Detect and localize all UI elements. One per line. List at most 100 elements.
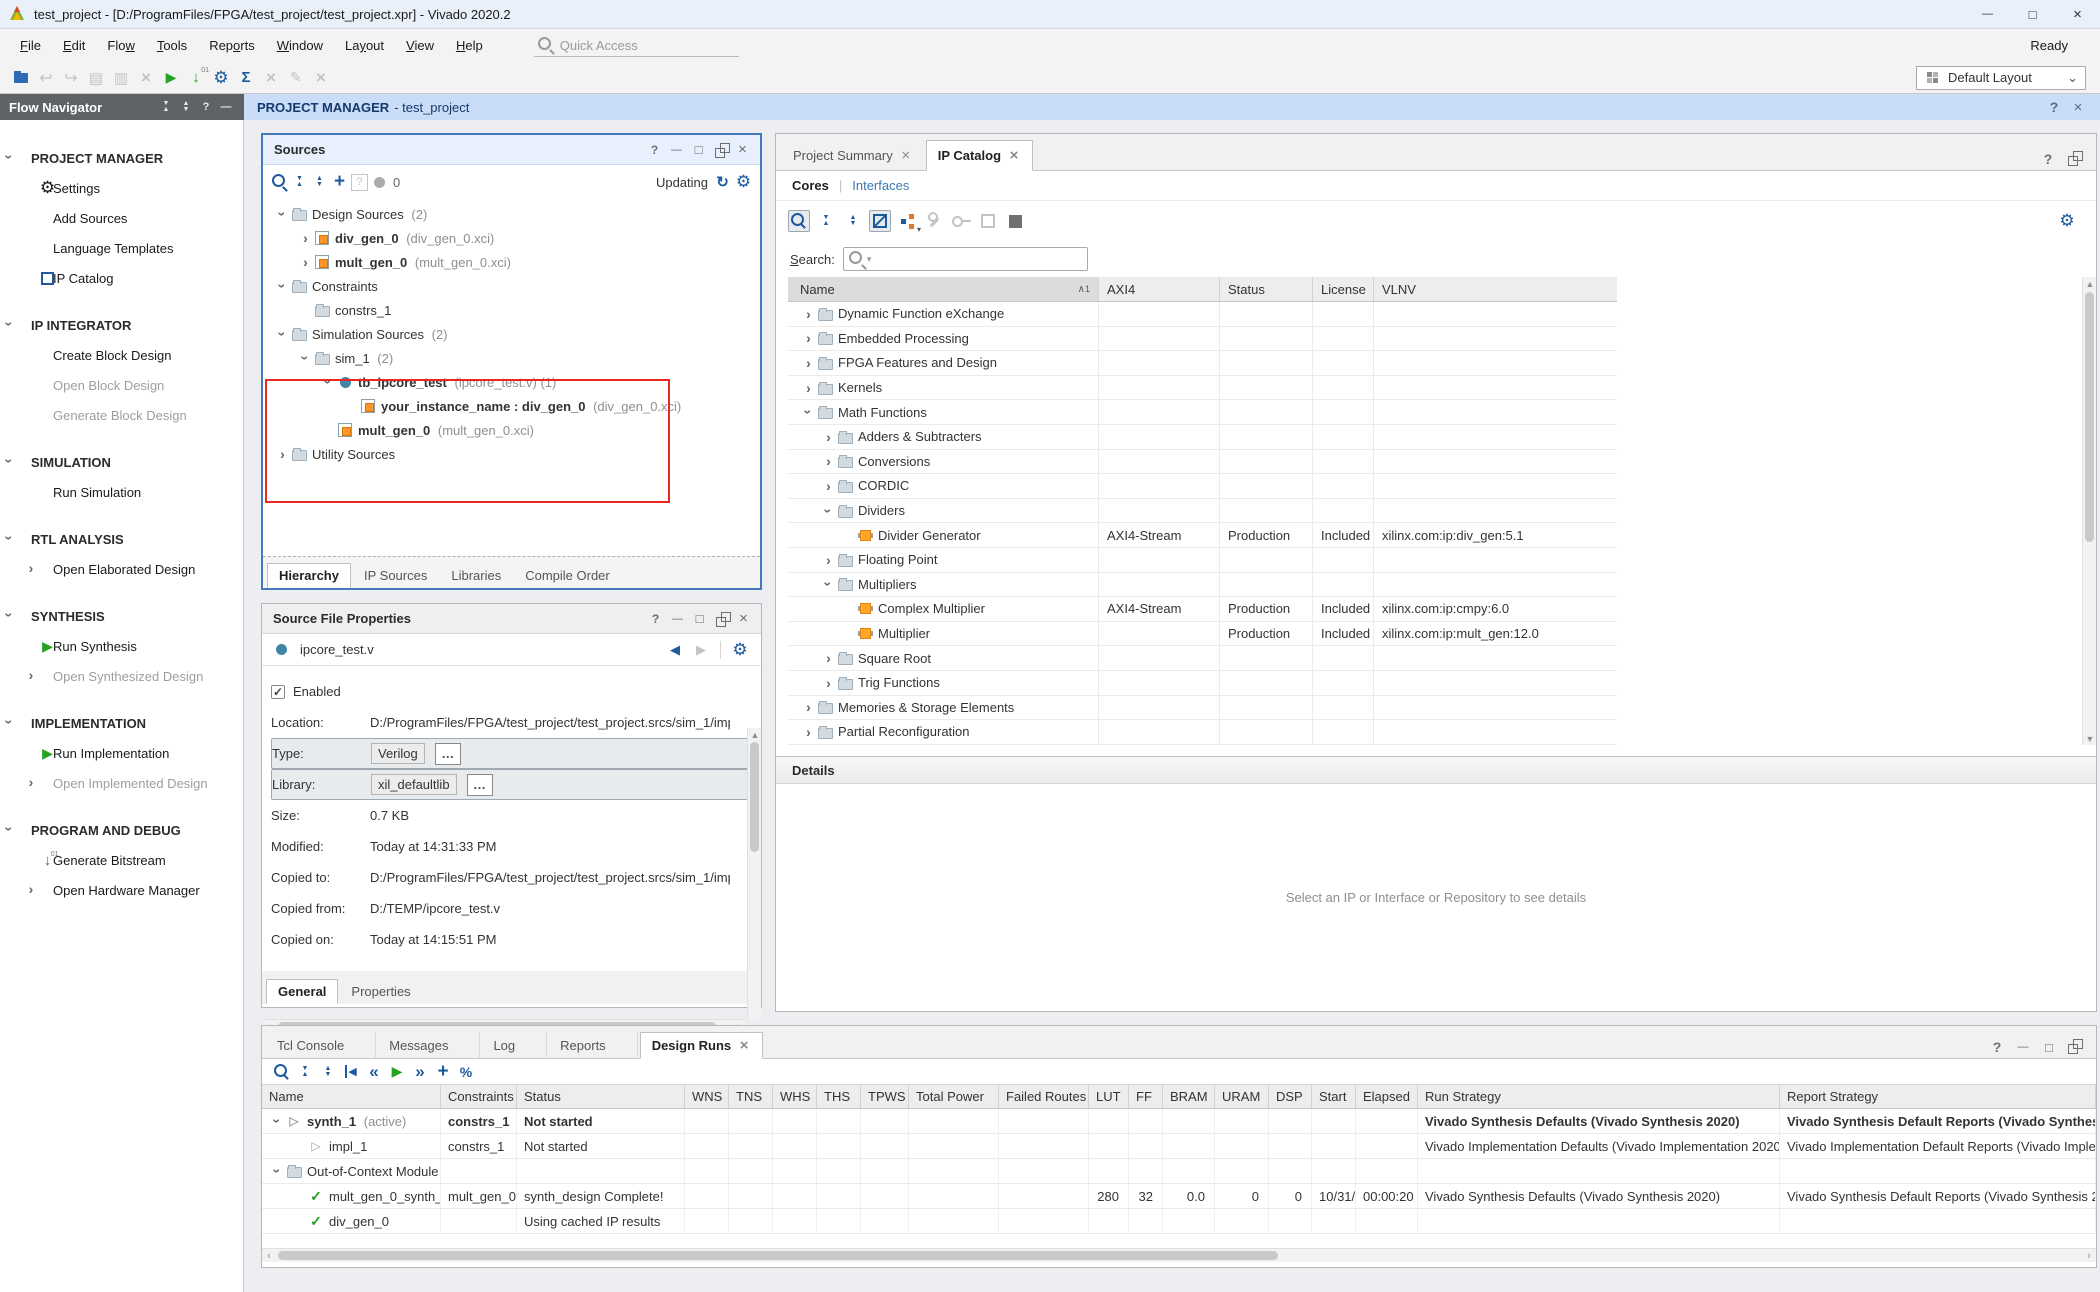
help-icon[interactable] — [2037, 148, 2059, 170]
column-header[interactable]: Report Strategy — [1780, 1085, 2096, 1108]
minimize-window-icon[interactable] — [1965, 0, 2010, 28]
design-run-row[interactable]: impl_1 constrs_1 Not started — [262, 1134, 2096, 1159]
column-header[interactable]: WHS — [773, 1085, 817, 1108]
ip-catalog-row[interactable]: Multiplier Production Included xilinx.co… — [788, 622, 1617, 647]
source-tree-row[interactable]: tb_ipcore_test (ipcore_test.v) (1) — [263, 370, 760, 394]
expander-icon[interactable] — [801, 330, 816, 346]
forward-icon[interactable] — [690, 639, 712, 661]
flow-navigator-item[interactable]: SYNTHESIS — [0, 601, 243, 631]
browse-button[interactable]: … — [467, 774, 493, 796]
minimize-panel-icon[interactable] — [2012, 1036, 2034, 1058]
ip-catalog-row[interactable]: Complex Multiplier AXI4-Stream Productio… — [788, 597, 1617, 622]
column-header[interactable]: URAM — [1215, 1085, 1269, 1108]
minimize-panel-icon[interactable] — [667, 140, 686, 159]
column-header[interactable]: Run Strategy — [1418, 1085, 1780, 1108]
expander-icon[interactable] — [821, 503, 837, 518]
search[interactable] — [271, 174, 288, 191]
ip-catalog-row[interactable]: FPGA Features and Design — [788, 351, 1617, 376]
flow-navigator-item[interactable]: IP INTEGRATOR — [0, 310, 243, 340]
sfp-tab[interactable]: Properties — [340, 979, 421, 1004]
column-header[interactable]: FF — [1129, 1085, 1163, 1108]
flow-navigator-item[interactable]: SIMULATION — [0, 447, 243, 477]
bottom-tab[interactable]: Messages — [378, 1032, 480, 1058]
enabled-checkbox[interactable]: ✓ — [271, 685, 285, 699]
source-tree-row[interactable]: Utility Sources — [263, 442, 760, 466]
flow-navigator-item[interactable]: Open Hardware Manager — [0, 875, 243, 905]
generate-bitstream[interactable] — [185, 67, 207, 89]
flow-navigator-item[interactable]: Settings — [0, 173, 243, 203]
catalog-search-input[interactable]: ▾ — [843, 247, 1088, 271]
ip-catalog-row[interactable]: Adders & Subtracters — [788, 425, 1617, 450]
close-tab-icon[interactable] — [454, 1038, 468, 1052]
column-header[interactable]: Start — [1312, 1085, 1356, 1108]
flow-navigator-item[interactable]: Run Simulation — [0, 477, 243, 507]
undo[interactable] — [35, 67, 57, 89]
source-tree-row[interactable]: constrs_1 — [263, 298, 760, 322]
source-tree-row[interactable]: div_gen_0 (div_gen_0.xci) — [263, 226, 760, 250]
close-tab-icon[interactable] — [899, 148, 913, 162]
sources-view-tab[interactable]: Hierarchy — [267, 563, 351, 588]
expander-icon[interactable] — [821, 453, 836, 469]
refresh-icon[interactable] — [714, 174, 731, 191]
source-tree-row[interactable]: Constraints — [263, 274, 760, 298]
flow-navigator-item[interactable]: IMPLEMENTATION — [0, 708, 243, 738]
ip-catalog-row[interactable]: Dynamic Function eXchange — [788, 302, 1617, 327]
expander-icon[interactable] — [801, 380, 816, 396]
horizontal-scrollbar[interactable]: ‹ › — [262, 1248, 2096, 1262]
column-header[interactable]: Elapsed — [1356, 1085, 1418, 1108]
source-tree-row[interactable]: your_instance_name : div_gen_0 (div_gen_… — [263, 394, 760, 418]
expand-all[interactable] — [318, 1062, 338, 1082]
flow-navigator-item[interactable]: Generate Block Design — [0, 400, 243, 430]
expander-icon[interactable] — [801, 699, 816, 715]
expander-icon[interactable] — [801, 355, 816, 371]
details-section-header[interactable]: Details — [776, 756, 2096, 784]
column-header[interactable]: THS — [817, 1085, 861, 1108]
delete[interactable] — [135, 67, 157, 89]
ip-catalog-row[interactable]: Math Functions — [788, 400, 1617, 425]
flow-navigator-item[interactable]: Add Sources — [0, 203, 243, 233]
expander-icon[interactable] — [821, 478, 836, 494]
close-tab-icon[interactable] — [350, 1038, 364, 1052]
expander-icon[interactable] — [275, 446, 290, 462]
expander-icon[interactable] — [821, 675, 836, 691]
flow-navigator-item[interactable]: Open Block Design — [0, 370, 243, 400]
maximize-panel-icon[interactable] — [2038, 1036, 2060, 1058]
open-file[interactable] — [10, 67, 32, 89]
info-box[interactable] — [1004, 210, 1026, 232]
flow-navigator-item[interactable]: Run Implementation — [0, 738, 243, 768]
flow-navigator-item[interactable]: Run Synthesis — [0, 631, 243, 661]
column-header[interactable]: TNS — [729, 1085, 773, 1108]
step-forward[interactable] — [410, 1062, 430, 1082]
ip-catalog-row[interactable]: Floating Point — [788, 548, 1617, 573]
menu-item[interactable]: Help — [445, 38, 494, 53]
vertical-scrollbar[interactable]: ▲ ▼ — [2082, 277, 2096, 745]
collapse-all[interactable] — [295, 1062, 315, 1082]
expander-icon[interactable] — [821, 552, 836, 568]
sources-view-tab[interactable]: IP Sources — [353, 563, 438, 588]
column-header[interactable]: Total Power — [909, 1085, 999, 1108]
flow-navigator-item[interactable]: Language Templates — [0, 233, 243, 263]
design-run-row[interactable]: mult_gen_0_synth_1 mult_gen_0 synth_desi… — [262, 1184, 2096, 1209]
flow-navigator-item[interactable]: Create Block Design — [0, 340, 243, 370]
source-tree-row[interactable]: Design Sources (2) — [263, 202, 760, 226]
customize[interactable] — [923, 210, 945, 232]
expander-icon[interactable] — [801, 405, 817, 420]
flow-navigator-item[interactable]: Open Elaborated Design — [0, 554, 243, 584]
menu-item[interactable]: Edit — [52, 38, 96, 53]
expander-icon[interactable] — [270, 1114, 286, 1129]
editor-tab[interactable]: IP Catalog — [926, 140, 1033, 171]
column-header-license[interactable]: License — [1312, 277, 1373, 301]
scrollbar-thumb[interactable] — [2085, 292, 2094, 542]
help-icon[interactable] — [1986, 1036, 2008, 1058]
column-header-status[interactable]: Status — [1219, 277, 1312, 301]
menu-item[interactable]: Window — [266, 38, 334, 53]
float-panel-icon[interactable] — [2064, 148, 2086, 170]
expander-icon[interactable] — [298, 254, 313, 270]
quick-access-search[interactable]: Quick Access — [534, 35, 739, 57]
back-icon[interactable] — [664, 639, 686, 661]
flow-navigator-item[interactable]: Open Implemented Design — [0, 768, 243, 798]
expander-icon[interactable] — [270, 1164, 286, 1179]
search[interactable] — [788, 210, 810, 232]
cancel-run[interactable] — [260, 67, 282, 89]
float-panel-icon[interactable] — [2064, 1036, 2086, 1058]
